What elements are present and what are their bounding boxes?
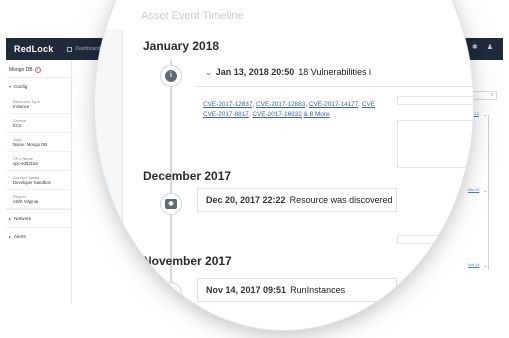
cve-link[interactable]: CVE-2017-12883 xyxy=(256,101,305,108)
chevron-right-icon: ▸ xyxy=(9,216,12,221)
event-marker: + xyxy=(160,282,182,304)
search-icon: ⌕ xyxy=(490,92,494,98)
magnified-content: Asset Event Timeline January 2018 i ⌄ Ja… xyxy=(95,0,473,330)
cve-link[interactable]: CVE xyxy=(362,101,375,108)
resource-title: Mongo DB ! xyxy=(6,60,71,77)
field-service: Service EC2 xyxy=(6,114,71,133)
event-datetime: Dec 20, 2017 22:22 xyxy=(206,195,286,205)
magnifier-lens: Asset Event Timeline January 2018 i ⌄ Ja… xyxy=(95,0,473,330)
event-datetime: Nov 14, 2017 09:51 xyxy=(206,285,287,295)
plus-icon: + xyxy=(165,287,177,299)
month-heading-dec-2017: December 2017 xyxy=(143,169,232,183)
field-region: Region AWS Virginia xyxy=(6,190,71,209)
event-datetime: Jan 13, 2018 20:50 xyxy=(215,67,295,77)
field-tags: Tags Name: Mongo DB xyxy=(6,133,71,152)
cve-links: CVE-2017-12837, CVE-2017-12883, CVE-2017… xyxy=(203,101,375,118)
cve-link[interactable]: CVE-2017-8817 xyxy=(203,111,249,118)
chevron-down-icon[interactable]: ⌄ xyxy=(205,68,212,77)
field-value: Instance xyxy=(13,104,30,109)
inner-search-bar-2[interactable] xyxy=(397,235,473,244)
section-network[interactable]: ▸ Network xyxy=(6,209,71,227)
cve-link[interactable]: CVE-2017-16932 xyxy=(252,111,301,118)
event-card-dec20[interactable]: Dec 20, 2017 22:22 Resource was discover… xyxy=(197,188,397,212)
event-description: Resource was discovered xyxy=(289,195,393,205)
section-alerts[interactable]: ▸ Alerts xyxy=(6,227,71,245)
event-header[interactable]: ⌄ Jan 13, 2018 20:50 18 Vulnerabilities … xyxy=(197,61,473,83)
event-card-nov14[interactable]: Nov 14, 2017 09:51 RunInstances xyxy=(197,278,397,302)
grid-icon xyxy=(67,46,73,52)
chevron-down-icon: ▾ xyxy=(9,84,12,89)
inner-search-bar[interactable] xyxy=(397,96,473,105)
section-alerts-label: Alerts xyxy=(14,234,26,239)
resource-sidebar: Mongo DB ! ▾ Config Resource Type Instan… xyxy=(6,60,72,304)
user-icon[interactable]: ♟ xyxy=(487,44,493,52)
chevron-right-icon: ▸ xyxy=(9,234,12,239)
camera-icon: ◉ xyxy=(165,199,177,209)
event-marker: i xyxy=(160,65,182,87)
right-rail xyxy=(488,115,489,270)
field-resource-type: Resource Type Instance xyxy=(6,95,71,114)
field-value: Name: Mongo DB xyxy=(13,142,48,147)
month-heading-nov-2017: November 2017 xyxy=(143,254,232,268)
event-description: 18 Vulnerabilities i xyxy=(298,67,371,77)
field-value: AWS Virginia xyxy=(13,199,39,204)
field-value: Developer Sandbox xyxy=(13,180,51,185)
event-card-jan13[interactable]: ⌄ Jan 13, 2018 20:50 18 Vulnerabilities … xyxy=(197,61,473,87)
field-value: EC2 xyxy=(13,123,22,128)
month-heading-jan-2018: January 2018 xyxy=(143,39,220,53)
event-header[interactable]: Nov 14, 2017 09:51 RunInstances xyxy=(198,279,396,301)
rail-tick xyxy=(484,115,487,116)
event-header[interactable]: Dec 20, 2017 22:22 Resource was discover… xyxy=(198,189,396,211)
alert-icon[interactable]: ! xyxy=(34,67,41,73)
vulnerability-detail-box xyxy=(397,120,473,168)
brand-logo: RedLock xyxy=(14,44,54,54)
timeline-title: Asset Event Timeline xyxy=(141,10,244,22)
cve-link[interactable]: CVE-2017-12837 xyxy=(203,101,252,108)
field-value: vpc-ed0318a xyxy=(13,161,38,166)
section-config[interactable]: ▾ Config xyxy=(6,77,71,95)
cve-link[interactable]: CVE-2017-14177 xyxy=(309,101,358,108)
event-description: RunInstances xyxy=(290,285,346,295)
field-vpc-name: VPC Name vpc-ed0318a xyxy=(6,152,71,171)
more-link[interactable]: & 8 More xyxy=(304,111,330,118)
field-account-name: Account Name Developer Sandbox xyxy=(6,171,71,190)
event-marker: ◉ xyxy=(160,193,182,215)
rail-tick xyxy=(484,266,487,267)
resource-title-text: Mongo DB xyxy=(9,67,33,73)
section-config-label: Config xyxy=(14,84,28,89)
rail-tick xyxy=(484,191,487,192)
info-icon: i xyxy=(165,70,177,82)
side-stripe xyxy=(95,30,123,330)
section-network-label: Network xyxy=(14,216,31,221)
